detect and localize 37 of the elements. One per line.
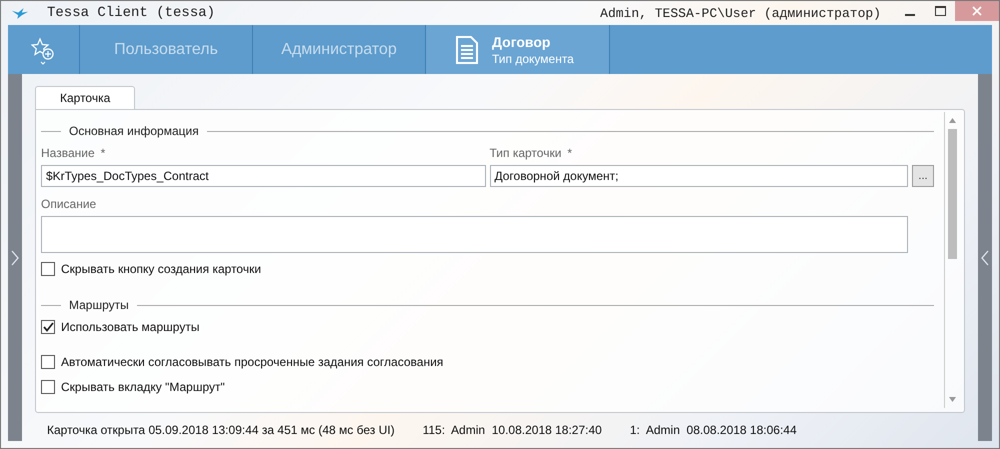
checkbox[interactable]: [41, 262, 55, 276]
status-text: 1: Admin 08.08.2018 18:06:44: [630, 423, 797, 437]
required-mark: *: [567, 146, 572, 160]
chevron-left-icon: [981, 250, 989, 266]
field-label: Описание: [41, 197, 96, 211]
checkbox[interactable]: [41, 320, 55, 334]
scroll-down-icon[interactable]: [949, 397, 956, 402]
browse-button[interactable]: ...: [912, 165, 934, 187]
checkbox-label[interactable]: Скрывать вкладку "Маршрут": [61, 380, 225, 394]
scroll-up-icon[interactable]: [949, 118, 956, 123]
star-add-icon: [30, 36, 56, 66]
text-field[interactable]: $KrTypes_DocTypes_Contract: [41, 165, 486, 187]
maximize-icon: [934, 6, 946, 16]
checkbox[interactable]: [41, 380, 55, 394]
status-text: 115: Admin 10.08.2018 18:27:40: [422, 423, 602, 437]
checkbox-label[interactable]: Скрывать кнопку создания карточки: [61, 262, 262, 276]
chevron-right-icon: [11, 250, 19, 266]
checkbox-label[interactable]: Автоматически согласовывать просроченные задания согласования: [61, 355, 444, 369]
window-title: Tessa Client (tessa): [47, 5, 216, 21]
section-title: Маршруты: [69, 298, 129, 312]
card-tab[interactable]: Карточка: [35, 86, 136, 109]
checkbox[interactable]: [41, 355, 55, 369]
text-field[interactable]: Договорной документ;: [490, 165, 908, 187]
scroll-thumb[interactable]: [948, 129, 957, 259]
bird-logo-icon: [11, 6, 29, 20]
required-mark: *: [100, 146, 106, 160]
field-label: Название: [41, 146, 95, 160]
description-field[interactable]: [41, 216, 908, 253]
scrollbar[interactable]: [944, 112, 960, 408]
status-text: Карточка открыта 05.09.2018 13:09:44 за 451 мс (48 мс без UI): [47, 423, 395, 437]
user-name: Admin, TESSA-PC\User (администратор): [600, 6, 881, 20]
minimize-icon: [905, 14, 915, 16]
document-icon: [456, 36, 478, 64]
field-label: Тип карточки: [490, 146, 562, 160]
close-icon: [972, 6, 982, 16]
section-title: Основная информация: [69, 124, 199, 138]
checkbox-label[interactable]: Использовать маршруты: [61, 320, 200, 334]
